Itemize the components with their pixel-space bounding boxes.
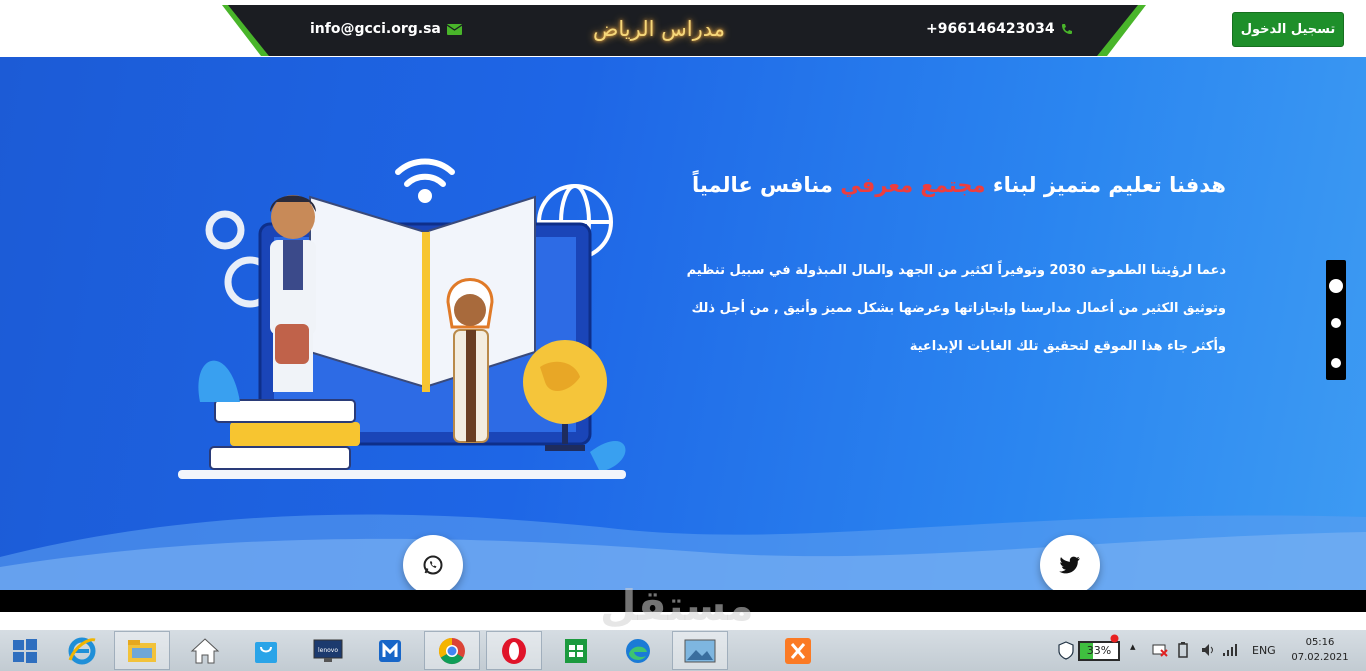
office-icon bbox=[565, 638, 587, 663]
taskbar-lenovo[interactable]: lenovo bbox=[300, 631, 356, 670]
whatsapp-icon bbox=[423, 555, 443, 575]
slider-dots bbox=[1326, 260, 1346, 380]
taskbar-photos[interactable] bbox=[672, 631, 728, 670]
store-bag-icon bbox=[255, 641, 277, 663]
education-illustration bbox=[178, 158, 626, 479]
lenovo-icon: lenovo bbox=[313, 639, 343, 662]
tray-expand-arrow[interactable]: ▴ bbox=[1130, 640, 1136, 653]
hero-section: هدفنا تعليم متميز لبناء مجتمع معرفي مناف… bbox=[0, 57, 1366, 590]
clock-date: 07.02.2021 bbox=[1291, 652, 1349, 663]
signal-bars-icon[interactable] bbox=[1222, 642, 1238, 658]
svg-text:مستقل: مستقل bbox=[600, 581, 754, 630]
phone-icon bbox=[1061, 24, 1072, 34]
start-button[interactable] bbox=[0, 631, 50, 670]
taskbar-store[interactable] bbox=[238, 631, 294, 670]
taskbar-office[interactable] bbox=[548, 631, 604, 670]
hero-paragraph: دعما لرؤيتنا الطموحة 2030 وتوفيراً لكثير… bbox=[686, 252, 1226, 366]
file-explorer-icon bbox=[128, 639, 156, 662]
phone-text[interactable]: +966146423034 bbox=[926, 21, 1055, 37]
language-indicator[interactable]: ENG bbox=[1252, 644, 1276, 657]
hero-headline: هدفنا تعليم متميز لبناء مجتمع معرفي مناف… bbox=[692, 173, 1226, 197]
headline-part2: منافس عالمياً bbox=[692, 173, 833, 197]
headline-part1: هدفنا تعليم متميز لبناء bbox=[992, 173, 1226, 197]
notification-dot-icon bbox=[1110, 634, 1119, 643]
svg-text:lenovo: lenovo bbox=[318, 647, 338, 654]
watermark-graphic: مستقل bbox=[600, 581, 754, 630]
headline-highlight: مجتمع معرفي bbox=[840, 173, 986, 197]
system-clock[interactable]: 05:16 07.02.2021 bbox=[1290, 635, 1350, 665]
taskbar-home[interactable] bbox=[177, 631, 233, 670]
opera-icon bbox=[502, 637, 526, 664]
taskbar-internet-explorer[interactable] bbox=[54, 631, 110, 670]
internet-explorer-icon bbox=[68, 637, 96, 664]
paragraph-line: دعما لرؤيتنا الطموحة 2030 وتوفيراً لكثير… bbox=[686, 263, 1226, 278]
taskbar-xampp[interactable] bbox=[770, 631, 826, 670]
taskbar-opera[interactable] bbox=[486, 631, 542, 670]
paragraph-line: وتوثيق الكثير من أعمال مدارسنا وإنجازاته… bbox=[691, 301, 1226, 316]
taskbar-edge[interactable] bbox=[610, 631, 666, 670]
edge-icon bbox=[626, 638, 650, 663]
twitter-button[interactable] bbox=[1040, 535, 1100, 590]
network-error-icon[interactable] bbox=[1152, 642, 1168, 658]
wifi-icon bbox=[395, 158, 455, 203]
windows-taskbar: lenovo 33% ▴ ENG 05:16 07.02.2021 bbox=[0, 630, 1366, 671]
xampp-icon bbox=[785, 637, 811, 664]
clock-time: 05:16 bbox=[1305, 637, 1335, 648]
slider-dot-3[interactable] bbox=[1331, 358, 1341, 368]
maxthon-icon bbox=[379, 639, 401, 662]
photos-icon bbox=[684, 639, 716, 662]
power-plug-icon[interactable] bbox=[1176, 641, 1190, 659]
top-header: info@gcci.org.sa مدراس الرياض +966146423… bbox=[0, 0, 1366, 57]
security-shield-icon[interactable] bbox=[1058, 641, 1074, 660]
contact-phone[interactable]: +966146423034 bbox=[926, 21, 1073, 37]
battery-percent: 33% bbox=[1086, 644, 1112, 657]
taskbar-chrome[interactable] bbox=[424, 631, 480, 670]
whatsapp-button[interactable] bbox=[403, 535, 463, 590]
site-brand[interactable]: مدراس الرياض bbox=[593, 17, 725, 41]
volume-icon[interactable] bbox=[1200, 642, 1216, 658]
battery-indicator[interactable]: 33% bbox=[1078, 641, 1120, 661]
slider-dot-1[interactable] bbox=[1329, 279, 1343, 293]
envelope-icon bbox=[446, 23, 462, 35]
hero-wave bbox=[0, 514, 1366, 590]
home-icon bbox=[190, 637, 220, 663]
taskbar-file-explorer[interactable] bbox=[114, 631, 170, 670]
email-text[interactable]: info@gcci.org.sa bbox=[310, 21, 441, 37]
contact-email[interactable]: info@gcci.org.sa bbox=[310, 21, 462, 37]
twitter-icon bbox=[1059, 556, 1080, 574]
slider-dot-2[interactable] bbox=[1331, 318, 1341, 328]
taskbar-maxthon[interactable] bbox=[362, 631, 418, 670]
start-icon bbox=[13, 638, 37, 663]
chrome-icon bbox=[438, 637, 465, 664]
paragraph-line: وأكثر جاء هذا الموقع لتحقيق تلك الغايات … bbox=[909, 339, 1226, 354]
login-button[interactable]: تسجيل الدخول bbox=[1232, 12, 1344, 47]
